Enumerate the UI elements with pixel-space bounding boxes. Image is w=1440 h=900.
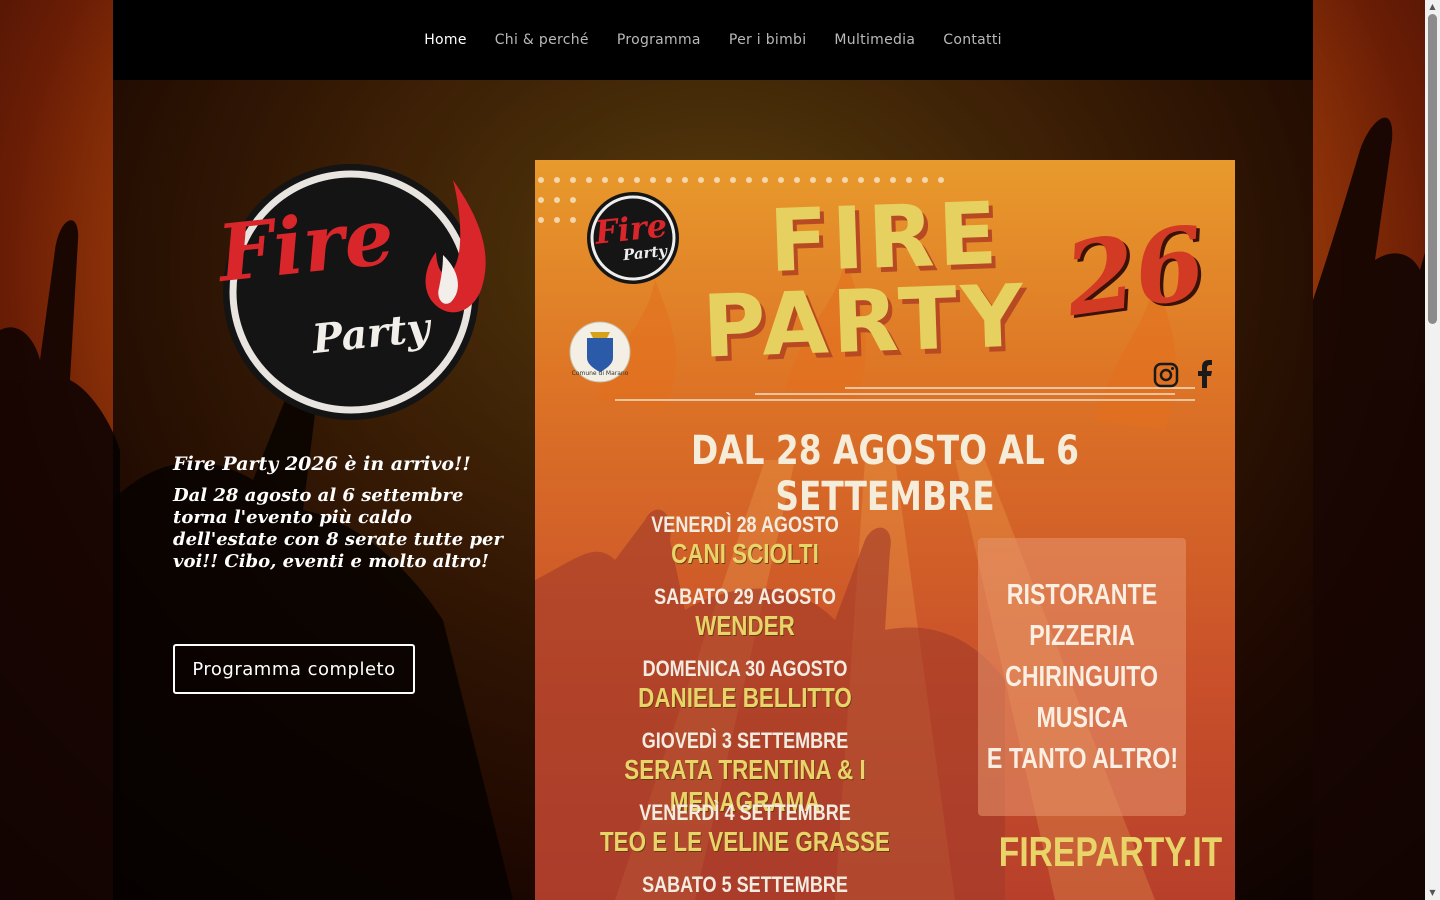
event-name: DANIELE BELLITTO	[638, 682, 852, 713]
scroll-down-arrow-icon[interactable]: ▼	[1425, 886, 1440, 900]
poster-features-box: RISTORANTE PIZZERIA CHIRINGUITO MUSICA E…	[978, 538, 1186, 816]
event-day: GIOVEDÌ 3 SETTEMBRE	[641, 728, 849, 753]
feature-item: MUSICA	[1036, 701, 1128, 734]
fire-party-logo[interactable]: Fire Party	[181, 160, 491, 425]
event-6: SABATO 5 SETTEMBRE	[535, 872, 955, 898]
poster-website: FIREPARTY.IT	[998, 828, 1223, 875]
event-name: CANI SCIOLTI	[671, 538, 819, 569]
event-day: DOMENICA 30 AGOSTO	[642, 656, 848, 681]
event-day: SABATO 5 SETTEMBRE	[642, 872, 848, 897]
feature-item: CHIRINGUITO	[1005, 660, 1159, 693]
nav-item-programma[interactable]: Programma	[617, 32, 701, 48]
nav-item-chi-perche[interactable]: Chi & perché	[495, 32, 589, 48]
nav-item-home[interactable]: Home	[424, 32, 467, 48]
facebook-icon	[1198, 360, 1212, 388]
event-day: SABATO 29 AGOSTO	[654, 584, 836, 609]
vertical-scrollbar[interactable]: ▲ ▼	[1425, 0, 1440, 900]
poster-year: 26	[1057, 202, 1213, 340]
hero-title: Fire Party 2026 è in arrivo!!	[173, 453, 471, 475]
event-poster[interactable]: Fire Party Comune di Marano FIRE PARTY 2…	[535, 160, 1235, 900]
scroll-up-arrow-icon[interactable]: ▲	[1425, 0, 1440, 14]
top-navigation: Home Chi & perché Programma Per i bimbi …	[113, 0, 1313, 80]
nav-item-multimedia[interactable]: Multimedia	[834, 32, 915, 48]
feature-item: RISTORANTE	[1006, 578, 1158, 611]
event-day: VENERDÌ 28 AGOSTO	[651, 512, 839, 537]
crest-caption: Comune di Marano	[571, 370, 629, 377]
main-content-container: Home Chi & perché Programma Per i bimbi …	[113, 0, 1313, 900]
nav-item-per-i-bimbi[interactable]: Per i bimbi	[729, 32, 807, 48]
poster-title-party: PARTY	[700, 266, 1030, 378]
nav-item-contatti[interactable]: Contatti	[943, 32, 1002, 48]
hero-description: Dal 28 agosto al 6 settembre torna l'eve…	[173, 485, 503, 572]
event-day: VENERDÌ 4 SETTEMBRE	[639, 800, 851, 825]
scrollbar-thumb[interactable]	[1428, 14, 1437, 324]
event-name: WENDER	[695, 610, 795, 641]
event-name: TEO E LE VELINE GRASSE	[599, 826, 890, 857]
event-1: VENERDÌ 28 AGOSTO CANI SCIOLTI	[535, 512, 955, 570]
event-5: VENERDÌ 4 SETTEMBRE TEO E LE VELINE GRAS…	[535, 800, 955, 858]
event-2: SABATO 29 AGOSTO WENDER	[535, 584, 955, 642]
program-button[interactable]: Programma completo	[173, 644, 415, 694]
feature-item: E TANTO ALTRO!	[986, 742, 1178, 775]
poster-dates: DAL 28 AGOSTO AL 6 SETTEMBRE	[690, 428, 1080, 520]
feature-item: PIZZERIA	[1029, 619, 1135, 652]
event-3: DOMENICA 30 AGOSTO DANIELE BELLITTO	[535, 656, 955, 714]
